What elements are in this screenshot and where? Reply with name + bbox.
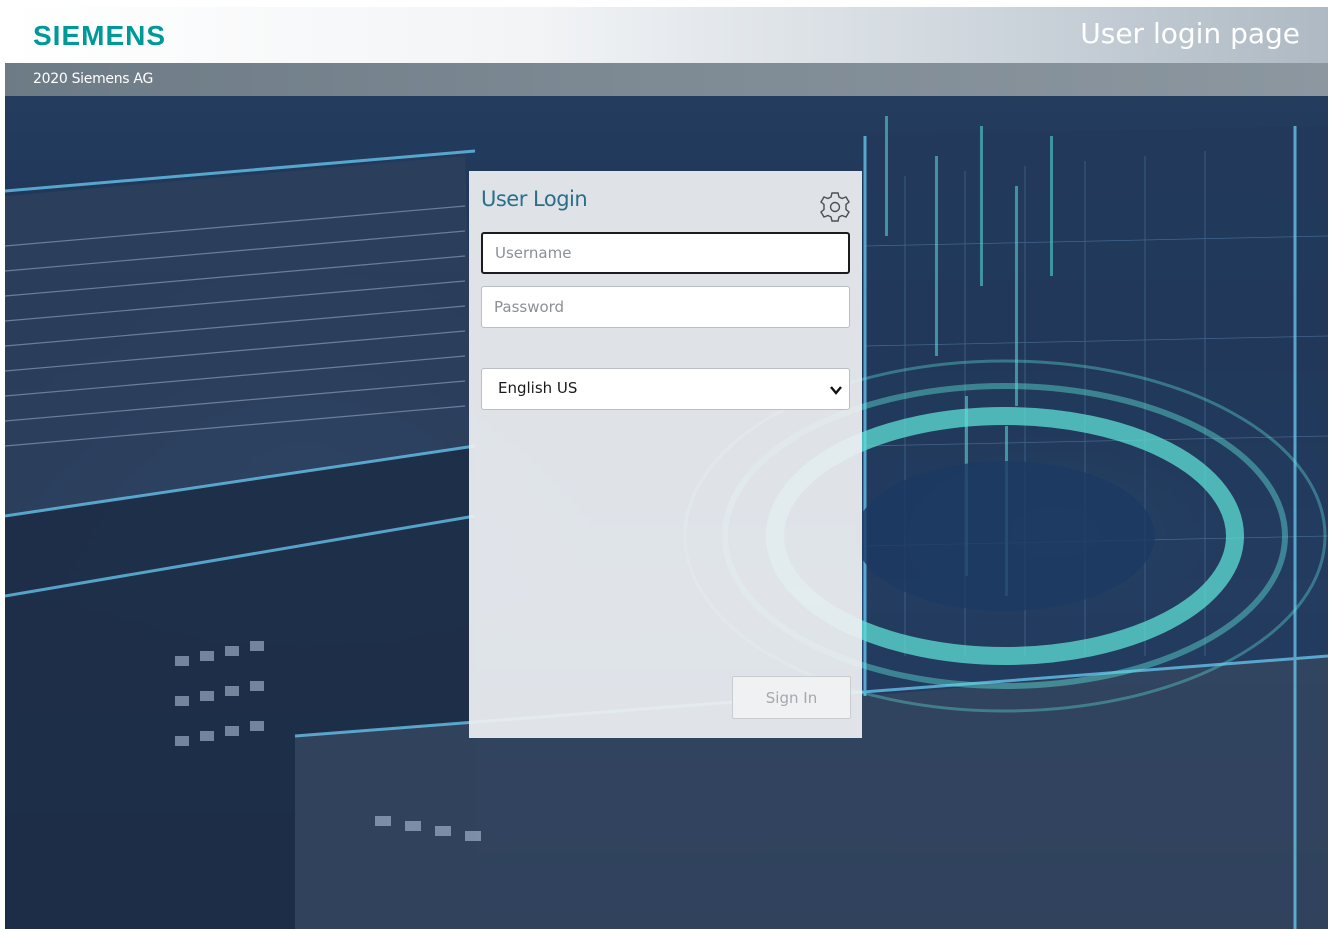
siemens-logo: SIEMENS bbox=[33, 20, 167, 51]
app-frame: SIEMENS User login page 2020 Siemens AG bbox=[5, 7, 1328, 929]
sign-in-button[interactable]: Sign In bbox=[732, 676, 851, 719]
password-input[interactable] bbox=[481, 286, 850, 328]
copyright-text: 2020 Siemens AG bbox=[33, 71, 154, 87]
login-panel: User Login English US Sign In bbox=[469, 171, 862, 738]
header: SIEMENS User login page bbox=[5, 7, 1328, 63]
language-select-value: English US bbox=[498, 379, 578, 397]
chevron-down-icon bbox=[830, 386, 842, 395]
username-input[interactable] bbox=[481, 232, 850, 274]
page-title: User login page bbox=[1080, 17, 1300, 50]
language-select[interactable]: English US bbox=[481, 368, 850, 410]
subheader: 2020 Siemens AG bbox=[5, 63, 1328, 96]
gear-icon[interactable] bbox=[817, 189, 853, 225]
login-title: User Login bbox=[481, 187, 588, 211]
